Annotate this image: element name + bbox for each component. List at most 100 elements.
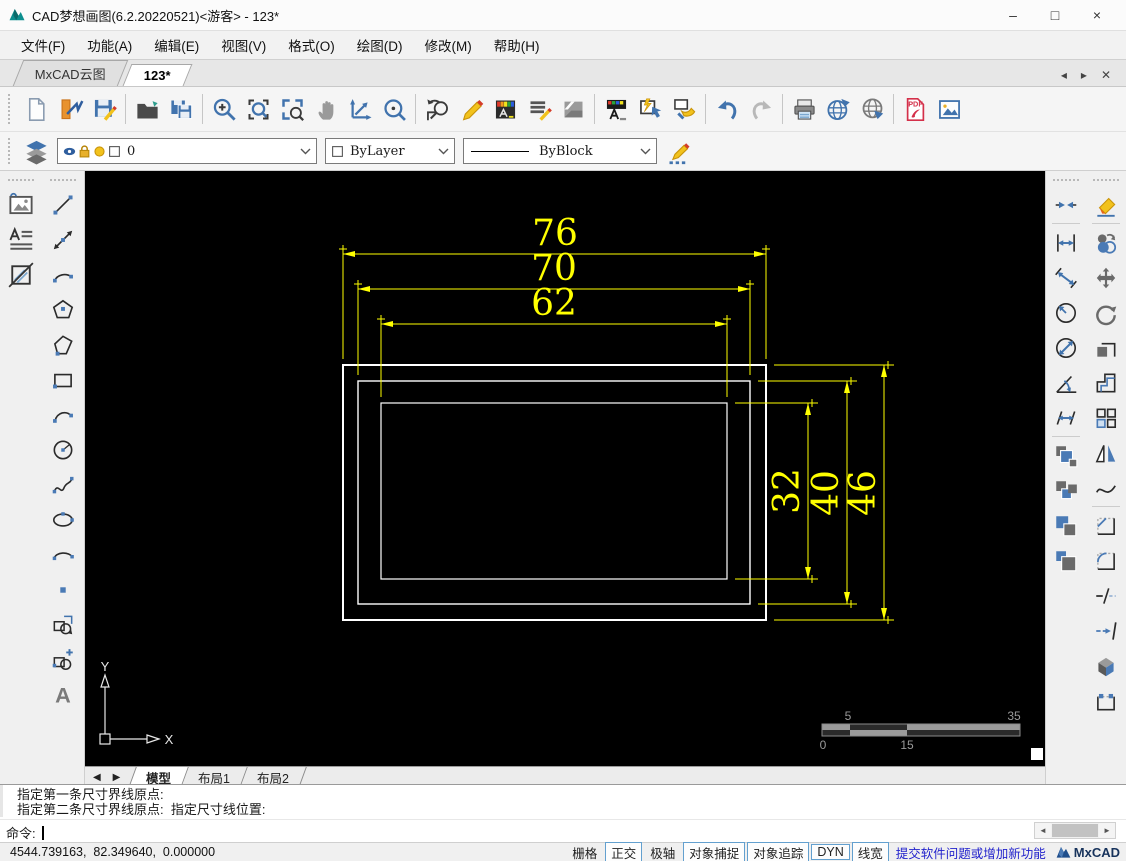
quick-select-icon[interactable] xyxy=(637,96,664,123)
undo-icon[interactable] xyxy=(714,96,741,123)
tab-prev-button[interactable]: ◂ xyxy=(1054,68,1074,82)
draw-order-back-icon[interactable] xyxy=(1053,478,1079,504)
menu-item[interactable]: 帮助(H) xyxy=(483,32,551,58)
toolbar-grip[interactable] xyxy=(1093,179,1119,181)
line-icon[interactable] xyxy=(50,192,76,218)
polygon-icon[interactable] xyxy=(50,297,76,323)
toolbar-grip[interactable] xyxy=(8,138,15,165)
create-block-icon[interactable] xyxy=(50,647,76,673)
arc-icon[interactable] xyxy=(50,262,76,288)
freehand-polygon-icon[interactable] xyxy=(50,332,76,358)
rectangle-icon[interactable] xyxy=(50,367,76,393)
hatch-icon[interactable] xyxy=(6,260,36,290)
menu-item[interactable]: 修改(M) xyxy=(414,32,483,58)
copy-icon[interactable] xyxy=(1093,230,1119,256)
tab-next-button[interactable]: ▸ xyxy=(1074,68,1094,82)
menu-item[interactable]: 功能(A) xyxy=(76,32,143,58)
color-select[interactable]: ByLayer xyxy=(325,138,455,164)
construction-line-icon[interactable] xyxy=(50,227,76,253)
open-web-icon[interactable] xyxy=(859,96,886,123)
point-icon[interactable] xyxy=(50,577,76,603)
edit-polyline-icon[interactable] xyxy=(1093,688,1119,714)
layout-prev-button[interactable]: ◀ xyxy=(87,772,107,783)
array-icon[interactable] xyxy=(1093,405,1119,431)
command-input[interactable] xyxy=(44,824,1126,841)
fillet-icon[interactable] xyxy=(1093,548,1119,574)
draw-pencil-icon[interactable] xyxy=(458,96,485,123)
open-file-icon[interactable] xyxy=(134,96,161,123)
status-toggle[interactable]: 对象捕捉 xyxy=(683,842,745,861)
toolbar-grip[interactable] xyxy=(1053,179,1079,181)
menu-item[interactable]: 绘图(D) xyxy=(346,32,414,58)
fit-curve-icon[interactable] xyxy=(1093,475,1119,501)
export-pdf-icon[interactable]: PDF xyxy=(902,96,929,123)
minimize-button[interactable]: – xyxy=(992,2,1034,28)
document-tab[interactable]: MxCAD云图 xyxy=(13,60,128,86)
status-toggle[interactable]: 栅格 xyxy=(566,843,603,861)
feedback-link[interactable]: 提交软件问题或增加新功能 xyxy=(896,843,1046,861)
close-button[interactable]: × xyxy=(1076,2,1118,28)
insert-block-icon[interactable] xyxy=(50,612,76,638)
linetype-select[interactable]: ByBlock xyxy=(463,138,657,164)
status-toggle[interactable]: 极轴 xyxy=(644,843,681,861)
menu-item[interactable]: 格式(O) xyxy=(277,32,346,58)
erase-icon[interactable] xyxy=(1093,192,1119,218)
zoom-extents-icon[interactable] xyxy=(279,96,306,123)
scroll-left-button[interactable]: ◄ xyxy=(1035,823,1051,838)
move-icon[interactable] xyxy=(1093,265,1119,291)
open-cloud-icon[interactable] xyxy=(57,96,84,123)
layers-icon[interactable] xyxy=(23,138,50,165)
toolbar-grip[interactable] xyxy=(50,179,76,181)
scroll-thumb[interactable] xyxy=(1052,824,1098,837)
tab-close-button[interactable]: ✕ xyxy=(1094,68,1118,82)
maximize-button[interactable]: □ xyxy=(1034,2,1076,28)
publish-web-icon[interactable] xyxy=(825,96,852,123)
spline-icon[interactable] xyxy=(50,472,76,498)
scroll-right-button[interactable]: ► xyxy=(1099,823,1115,838)
continue-dimension-icon[interactable] xyxy=(1053,405,1079,431)
draw-order-above-icon[interactable] xyxy=(1053,513,1079,539)
multiline-text-icon[interactable] xyxy=(6,225,36,255)
zoom-center-icon[interactable] xyxy=(381,96,408,123)
linetype-settings-icon[interactable] xyxy=(526,96,553,123)
draw-order-below-icon[interactable] xyxy=(1053,548,1079,574)
status-toggle[interactable]: 线宽 xyxy=(852,842,889,861)
print-icon[interactable] xyxy=(791,96,818,123)
text-style-icon[interactable] xyxy=(603,96,630,123)
zoom-in-icon[interactable] xyxy=(211,96,238,123)
angular-dimension-icon[interactable] xyxy=(1053,370,1079,396)
rotate-icon[interactable] xyxy=(1093,300,1119,326)
match-properties-icon[interactable] xyxy=(671,96,698,123)
draw-order-front-icon[interactable] xyxy=(1053,443,1079,469)
new-file-icon[interactable] xyxy=(23,96,50,123)
pan-icon[interactable] xyxy=(313,96,340,123)
export-image-icon[interactable] xyxy=(936,96,963,123)
command-horizontal-scrollbar[interactable]: ◄ ► xyxy=(1034,822,1116,839)
linear-dimension-icon[interactable] xyxy=(1053,230,1079,256)
radius-dimension-icon[interactable] xyxy=(1053,300,1079,326)
aligned-dimension-icon[interactable] xyxy=(1053,265,1079,291)
offset-icon[interactable] xyxy=(1093,370,1119,396)
status-toggle[interactable]: 对象追踪 xyxy=(747,842,809,861)
single-text-icon[interactable]: A xyxy=(50,682,76,708)
redo-icon[interactable] xyxy=(748,96,775,123)
zoom-dynamic-icon[interactable] xyxy=(347,96,374,123)
circle-icon[interactable] xyxy=(50,437,76,463)
mirror-icon[interactable] xyxy=(1093,440,1119,466)
zoom-previous-icon[interactable] xyxy=(424,96,451,123)
diameter-dimension-icon[interactable] xyxy=(1053,335,1079,361)
drawing-canvas[interactable]: 76 70 62 xyxy=(85,171,1045,766)
box-3d-icon[interactable] xyxy=(1093,653,1119,679)
document-tab[interactable]: 123* xyxy=(122,64,192,86)
scale-icon[interactable] xyxy=(1093,335,1119,361)
chamfer-icon[interactable] xyxy=(1093,513,1119,539)
toolbar-grip[interactable] xyxy=(8,179,34,181)
save-as-icon[interactable] xyxy=(168,96,195,123)
save-icon[interactable] xyxy=(91,96,118,123)
layout-next-button[interactable]: ▶ xyxy=(107,772,127,783)
draw-order-pencil-icon[interactable] xyxy=(665,138,692,165)
status-toggle[interactable]: DYN xyxy=(811,844,849,860)
menu-item[interactable]: 视图(V) xyxy=(210,32,277,58)
layout-settings-icon[interactable] xyxy=(560,96,587,123)
zoom-window-icon[interactable] xyxy=(245,96,272,123)
